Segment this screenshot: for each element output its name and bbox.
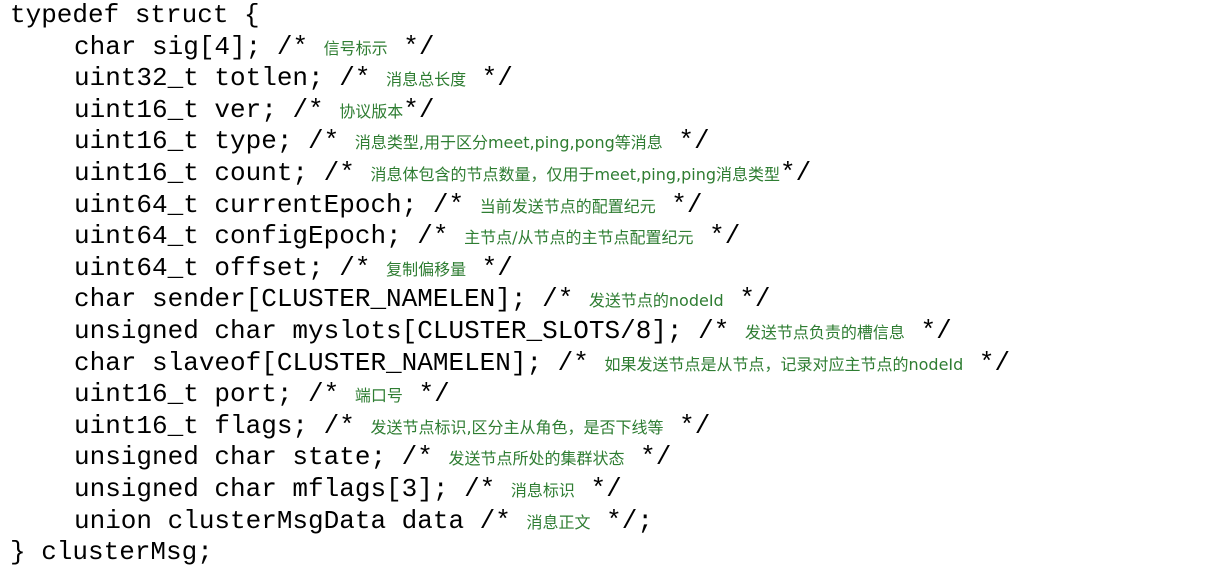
comment-close: */ xyxy=(403,94,435,125)
comment-open: /* xyxy=(308,410,371,441)
code-block: typedef struct { char sig[4]; /* 信号标示 */… xyxy=(0,0,1208,569)
comment-close: */ xyxy=(402,379,450,410)
comment-close: */ xyxy=(466,63,513,94)
comment-close: */ xyxy=(655,189,703,220)
comment-close: */ xyxy=(466,252,513,283)
field-comment: 当前发送节点的配置纪元 xyxy=(479,196,656,216)
field-line-current-epoch: uint64_t currentEpoch; /* 当前发送节点的配置纪元 */ xyxy=(10,190,1208,222)
field-decl: uint16_t port; xyxy=(74,379,293,410)
field-decl: char slaveof[CLUSTER_NAMELEN]; xyxy=(74,347,543,378)
comment-open: /* xyxy=(323,63,387,94)
field-comment: 消息总长度 xyxy=(386,70,467,90)
comment-close: */ xyxy=(963,347,1011,378)
field-decl: uint64_t offset; xyxy=(74,252,324,283)
comment-open: /* xyxy=(464,505,527,536)
field-line-slaveof: char slaveof[CLUSTER_NAMELEN]; /* 如果发送节点… xyxy=(10,348,1208,380)
field-decl: uint16_t count; xyxy=(74,157,309,188)
field-comment: 发送节点所处的集群状态 xyxy=(448,449,625,469)
field-decl: uint16_t flags; xyxy=(74,410,309,441)
field-line-mflags: unsigned char mflags[3]; /* 消息标识 */ xyxy=(10,474,1208,506)
comment-close: */ xyxy=(662,126,710,157)
comment-close: */; xyxy=(590,505,653,536)
field-line-count: uint16_t count; /* 消息体包含的节点数量，仅用于meet,pi… xyxy=(10,158,1208,190)
field-line-ver: uint16_t ver; /* 协议版本*/ xyxy=(10,95,1208,127)
comment-open: /* xyxy=(417,189,480,220)
field-decl: uint64_t configEpoch; xyxy=(74,221,402,252)
field-line-sig: char sig[4]; /* 信号标示 */ xyxy=(10,32,1208,64)
comment-open: /* xyxy=(401,221,465,252)
comment-open: /* xyxy=(276,94,340,125)
field-decl: uint32_t totlen; xyxy=(74,63,324,94)
comment-open: /* xyxy=(308,157,371,188)
field-comment: 发送节点负责的槽信息 xyxy=(744,322,905,342)
field-line-offset: uint64_t offset; /* 复制偏移量 */ xyxy=(10,253,1208,285)
struct-close-line: } clusterMsg; xyxy=(10,537,213,568)
comment-open: /* xyxy=(448,473,511,504)
field-line-flags: uint16_t flags; /* 发送节点标识,区分主从角色，是否下线等 *… xyxy=(10,411,1208,443)
field-decl: unsigned char state; xyxy=(74,442,387,473)
comment-close: */ xyxy=(780,157,812,188)
comment-open: /* xyxy=(542,347,605,378)
field-line-config-epoch: uint64_t configEpoch; /* 主节点/从节点的主节点配置纪元… xyxy=(10,221,1208,253)
comment-close: */ xyxy=(904,315,952,346)
comment-close: */ xyxy=(387,31,435,62)
struct-open-line: typedef struct { xyxy=(10,0,260,30)
comment-open: /* xyxy=(682,315,745,346)
field-decl: uint16_t type; xyxy=(74,126,293,157)
field-comment: 消息标识 xyxy=(510,480,575,500)
field-comment: 协议版本 xyxy=(339,101,404,121)
comment-close: */ xyxy=(693,221,741,252)
comment-open: /* xyxy=(386,442,449,473)
field-line-totlen: uint32_t totlen; /* 消息总长度 */ xyxy=(10,63,1208,95)
comment-close: */ xyxy=(624,442,672,473)
comment-open: /* xyxy=(323,252,387,283)
field-decl: uint64_t currentEpoch; xyxy=(74,189,418,220)
field-line-sender: char sender[CLUSTER_NAMELEN]; /* 发送节点的no… xyxy=(10,284,1208,316)
field-comment: 发送节点的nodeId xyxy=(588,291,724,311)
field-line-state: unsigned char state; /* 发送节点所处的集群状态 */ xyxy=(10,442,1208,474)
field-comment: 如果发送节点是从节点，记录对应主节点的nodeId xyxy=(604,354,964,374)
comment-open: /* xyxy=(261,31,324,62)
field-comment: 主节点/从节点的主节点配置纪元 xyxy=(464,228,694,248)
field-decl: char sender[CLUSTER_NAMELEN]; xyxy=(74,284,527,315)
field-line-type: uint16_t type; /* 消息类型,用于区分meet,ping,pon… xyxy=(10,126,1208,158)
field-line-data: union clusterMsgData data /* 消息正文 */; xyxy=(10,506,1208,538)
field-comment: 信号标示 xyxy=(323,38,388,58)
field-comment: 消息体包含的节点数量，仅用于meet,ping,ping消息类型 xyxy=(370,164,780,184)
comment-open: /* xyxy=(526,284,589,315)
field-decl: unsigned char mflags[3]; xyxy=(74,473,449,504)
field-comment: 消息类型,用于区分meet,ping,pong等消息 xyxy=(354,133,663,153)
comment-close: */ xyxy=(574,473,622,504)
comment-open: /* xyxy=(292,126,355,157)
field-decl: union clusterMsgData data xyxy=(74,505,465,536)
field-comment: 消息正文 xyxy=(526,512,591,532)
comment-open: /* xyxy=(292,379,355,410)
field-decl: unsigned char myslots[CLUSTER_SLOTS/8]; xyxy=(74,315,683,346)
field-comment: 复制偏移量 xyxy=(386,259,467,279)
field-line-myslots: unsigned char myslots[CLUSTER_SLOTS/8]; … xyxy=(10,316,1208,348)
comment-close: */ xyxy=(723,284,771,315)
field-decl: char sig[4]; xyxy=(74,31,262,62)
field-line-port: uint16_t port; /* 端口号 */ xyxy=(10,379,1208,411)
comment-close: */ xyxy=(663,410,711,441)
field-comment: 发送节点标识,区分主从角色，是否下线等 xyxy=(370,417,664,437)
field-decl: uint16_t ver; xyxy=(74,94,277,125)
field-comment: 端口号 xyxy=(354,386,403,406)
